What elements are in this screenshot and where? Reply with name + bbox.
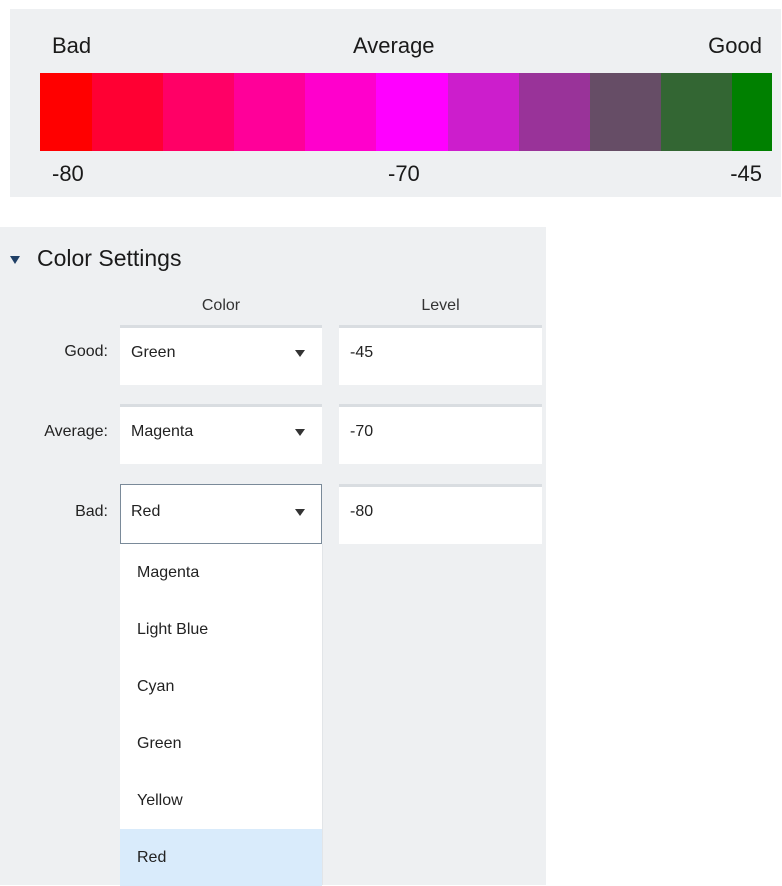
color-legend-panel: Bad Average Good -80 -70 -45 bbox=[10, 9, 781, 197]
good-row-label: Good: bbox=[64, 343, 108, 360]
good-level-value: -45 bbox=[350, 344, 374, 361]
legend-bad-label: Bad bbox=[52, 33, 92, 58]
average-level-value: -70 bbox=[350, 423, 374, 440]
legend-mid-value: -70 bbox=[388, 161, 420, 186]
average-level-input[interactable]: -70 bbox=[339, 404, 542, 464]
average-row-label: Average: bbox=[44, 423, 108, 440]
dropdown-option-cyan[interactable]: Cyan bbox=[120, 658, 322, 715]
gradient-swatch bbox=[92, 73, 164, 151]
dropdown-option-magenta[interactable]: Magenta bbox=[120, 544, 322, 601]
gradient-swatch bbox=[518, 73, 590, 151]
section-title: Color Settings bbox=[37, 245, 182, 271]
dropdown-option-green[interactable]: Green bbox=[120, 715, 322, 772]
gradient-swatch bbox=[305, 73, 377, 151]
gradient-swatch bbox=[589, 73, 661, 151]
dropdown-option-red[interactable]: Red bbox=[120, 829, 322, 886]
chevron-down-icon bbox=[295, 350, 305, 357]
color-settings-header[interactable]: Color Settings bbox=[10, 244, 181, 272]
dropdown-option-light-blue[interactable]: Light Blue bbox=[120, 601, 322, 658]
color-gradient-bar bbox=[40, 73, 772, 151]
gradient-swatch bbox=[234, 73, 306, 151]
chevron-down-icon bbox=[295, 509, 305, 516]
bad-level-input[interactable]: -80 bbox=[339, 484, 542, 544]
gradient-swatch bbox=[163, 73, 235, 151]
legend-average-label: Average bbox=[353, 33, 435, 58]
average-color-value: Magenta bbox=[131, 423, 194, 440]
legend-good-label: Good bbox=[708, 33, 762, 58]
gradient-swatch bbox=[447, 73, 519, 151]
gradient-swatch bbox=[660, 73, 732, 151]
color-dropdown-list: Magenta Light Blue Cyan Green Yellow Red bbox=[120, 544, 323, 886]
good-color-select[interactable]: Green bbox=[120, 325, 322, 385]
legend-low-value: -80 bbox=[52, 161, 84, 186]
level-column-header: Level bbox=[421, 297, 460, 314]
good-level-input[interactable]: -45 bbox=[339, 325, 542, 385]
legend-high-value: -45 bbox=[730, 161, 762, 186]
gradient-swatch bbox=[376, 73, 448, 151]
bad-row-label: Bad: bbox=[75, 503, 108, 520]
color-settings-panel: Color Settings Color Level Good: Green -… bbox=[0, 227, 546, 886]
gradient-swatch bbox=[731, 73, 772, 151]
bad-level-value: -80 bbox=[350, 503, 374, 520]
bad-color-select[interactable]: Red bbox=[120, 484, 322, 544]
collapse-triangle-icon[interactable] bbox=[10, 256, 20, 264]
good-color-value: Green bbox=[131, 344, 176, 361]
dropdown-option-yellow[interactable]: Yellow bbox=[120, 772, 322, 829]
bad-color-value: Red bbox=[131, 503, 161, 520]
average-color-select[interactable]: Magenta bbox=[120, 404, 322, 464]
chevron-down-icon bbox=[295, 429, 305, 436]
color-column-header: Color bbox=[201, 297, 241, 314]
gradient-swatch bbox=[40, 73, 92, 151]
